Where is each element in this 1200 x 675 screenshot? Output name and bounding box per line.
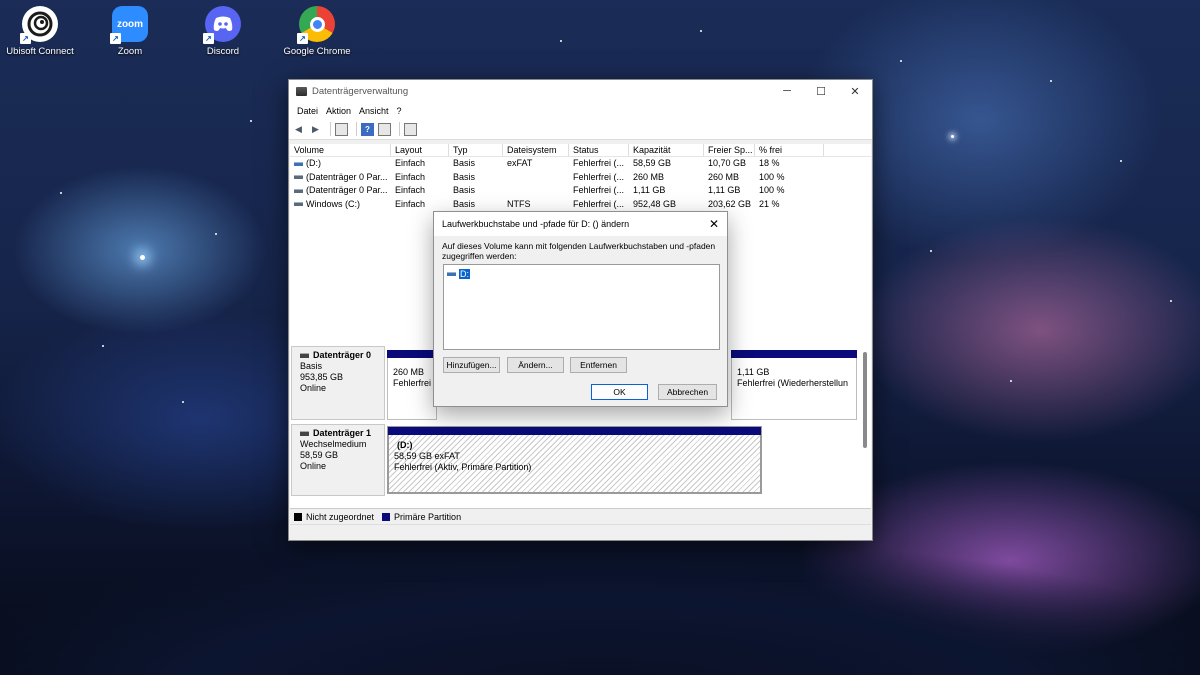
help-icon[interactable]: ? <box>361 122 374 136</box>
column-typ[interactable]: Typ <box>449 144 503 156</box>
ok-button[interactable]: OK <box>591 384 648 400</box>
volume-icon <box>294 161 303 166</box>
disk-0-label[interactable]: Datenträger 0 Basis 953,85 GB Online <box>291 346 385 420</box>
column-freier-speicher[interactable]: Freier Sp... <box>704 144 755 156</box>
volume-icon <box>294 202 303 207</box>
disk-management-icon <box>296 86 307 96</box>
volume-icon <box>294 175 303 180</box>
volume-icon <box>294 188 303 193</box>
status-bar <box>290 524 871 540</box>
drive-icon <box>447 272 456 276</box>
list-view-icon[interactable] <box>404 122 417 136</box>
menu-datei[interactable]: Datei <box>293 106 322 116</box>
change-button[interactable]: Ändern... <box>507 357 564 373</box>
column-prozent-frei[interactable]: % frei <box>755 144 824 156</box>
toolbar-divider <box>399 122 400 136</box>
ubisoft-icon: ↗ <box>20 6 58 44</box>
partition-bar <box>731 350 857 358</box>
column-volume[interactable]: Volume <box>290 144 391 156</box>
column-dateisystem[interactable]: Dateisystem <box>503 144 569 156</box>
show-hide-icon[interactable] <box>378 122 391 136</box>
menu-bar: Datei Aktion Ansicht ? <box>289 102 872 119</box>
wallpaper-ground <box>0 525 1200 675</box>
menu-ansicht[interactable]: Ansicht <box>355 106 393 116</box>
dialog-close-button[interactable]: ✕ <box>701 217 727 231</box>
back-icon[interactable]: ◀ <box>292 123 305 136</box>
forward-icon[interactable]: ▶ <box>309 123 322 136</box>
table-row[interactable]: (Datenträger 0 Par... Einfach Basis Fehl… <box>290 171 871 185</box>
desktop-icon-ubisoft-connect[interactable]: ↗ Ubisoft Connect <box>0 6 80 57</box>
disk-icon <box>300 431 309 436</box>
partition-disk0-efi[interactable]: 260 MB Fehlerfrei <box>387 350 437 420</box>
window-titlebar[interactable]: Datenträgerverwaltung ─ ☐ ✕ <box>289 80 872 102</box>
partition-disk0-recovery[interactable]: 1,11 GB Fehlerfrei (Wiederherstellun <box>731 350 857 420</box>
remove-button[interactable]: Entfernen <box>570 357 627 373</box>
unallocated-swatch <box>294 512 302 521</box>
legend: Nicht zugeordnet Primäre Partition <box>290 508 871 524</box>
zoom-icon: zoom ↗ <box>110 6 148 44</box>
change-drive-letter-dialog: Laufwerkbuchstabe und -pfade für D: () ä… <box>433 211 728 407</box>
window-title: Datenträgerverwaltung <box>312 85 409 97</box>
properties-icon[interactable] <box>335 122 348 136</box>
toolbar-divider <box>330 122 331 136</box>
volume-list-header: Volume Layout Typ Dateisystem Status Kap… <box>290 144 871 157</box>
menu-aktion[interactable]: Aktion <box>322 106 355 116</box>
primary-partition-swatch <box>382 512 391 521</box>
column-status[interactable]: Status <box>569 144 629 156</box>
maximize-button[interactable]: ☐ <box>804 80 838 102</box>
discord-icon: ↗ <box>203 6 241 44</box>
dialog-title: Laufwerkbuchstabe und -pfade für D: () ä… <box>442 219 630 229</box>
desktop-icon-discord[interactable]: ↗ Discord <box>183 6 263 57</box>
table-row[interactable]: Windows (C:) Einfach Basis NTFS Fehlerfr… <box>290 198 871 212</box>
toolbar-divider <box>356 122 357 136</box>
column-layout[interactable]: Layout <box>391 144 449 156</box>
minimize-button[interactable]: ─ <box>770 80 804 102</box>
disk-icon <box>300 353 309 358</box>
disk-1-label[interactable]: Datenträger 1 Wechselmedium 58,59 GB Onl… <box>291 424 385 496</box>
close-button[interactable]: ✕ <box>838 80 872 102</box>
chrome-icon: ↗ <box>297 6 335 44</box>
partition-bar <box>387 350 437 358</box>
vertical-scrollbar[interactable] <box>863 352 867 448</box>
dialog-description: Auf dieses Volume kann mit folgenden Lau… <box>442 241 716 261</box>
partition-bar <box>388 427 761 435</box>
desktop-icon-zoom[interactable]: zoom ↗ Zoom <box>90 6 170 57</box>
table-row[interactable]: (Datenträger 0 Par... Einfach Basis Fehl… <box>290 184 871 198</box>
partition-disk1-d[interactable]: (D:) 58,59 GB exFAT Fehlerfrei (Aktiv, P… <box>387 426 762 494</box>
table-row[interactable]: (D:) Einfach Basis exFAT Fehlerfrei (...… <box>290 157 871 171</box>
desktop-icon-google-chrome[interactable]: ↗ Google Chrome <box>277 6 357 57</box>
add-button[interactable]: Hinzufügen... <box>443 357 500 373</box>
column-kapazitaet[interactable]: Kapazität <box>629 144 704 156</box>
drive-path-list[interactable]: D: <box>443 264 720 350</box>
cancel-button[interactable]: Abbrechen <box>658 384 717 400</box>
menu-help[interactable]: ? <box>393 106 406 116</box>
drive-path-item[interactable]: D: <box>447 269 470 279</box>
toolbar: ◀ ▶ ? <box>289 119 872 140</box>
dialog-titlebar[interactable]: Laufwerkbuchstabe und -pfade für D: () ä… <box>434 212 727 236</box>
